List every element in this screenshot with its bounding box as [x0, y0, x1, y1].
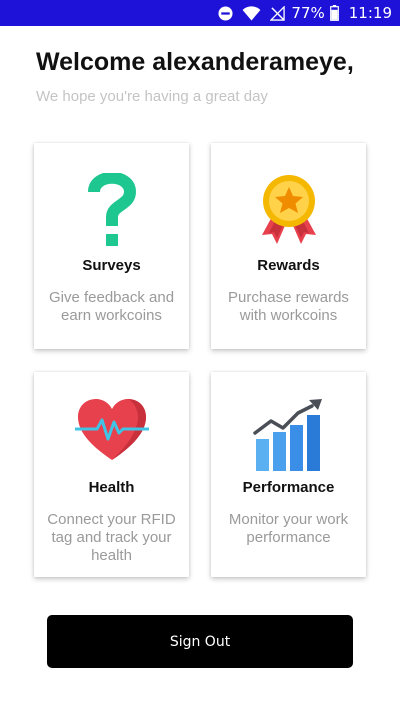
heartbeat-icon — [34, 398, 189, 462]
status-bar: 77% 11:19 — [0, 0, 400, 26]
no-signal-icon — [270, 5, 286, 21]
performance-card[interactable]: Performance Monitor your work performanc… — [211, 372, 366, 577]
performance-description: Monitor your work performance — [228, 511, 349, 546]
sign-out-button[interactable]: Sign Out — [47, 615, 353, 668]
question-mark-icon — [34, 173, 189, 249]
battery-icon — [329, 5, 339, 21]
welcome-subtitle: We hope you're having a great day — [36, 88, 268, 105]
wifi-icon — [242, 5, 261, 21]
surveys-description: Give feedback and earn workcoins — [48, 289, 175, 324]
rewards-card[interactable]: Rewards Purchase rewards with workcoins — [211, 143, 366, 349]
surveys-card[interactable]: Surveys Give feedback and earn workcoins — [34, 143, 189, 349]
rewards-description: Purchase rewards with workcoins — [228, 289, 349, 324]
rewards-title: Rewards — [257, 257, 320, 274]
health-card[interactable]: Health Connect your RFID tag and track y… — [34, 372, 189, 577]
bar-chart-growth-icon — [211, 398, 366, 472]
medal-icon — [211, 173, 366, 247]
performance-title: Performance — [242, 479, 335, 496]
surveys-title: Surveys — [82, 257, 141, 274]
do-not-disturb-icon — [218, 5, 233, 21]
welcome-title: Welcome alexanderameye, — [36, 48, 354, 76]
health-description: Connect your RFID tag and track your hea… — [47, 511, 176, 564]
health-title: Health — [88, 479, 135, 496]
battery-percent: 77% — [291, 4, 325, 22]
clock: 11:19 — [348, 4, 392, 22]
